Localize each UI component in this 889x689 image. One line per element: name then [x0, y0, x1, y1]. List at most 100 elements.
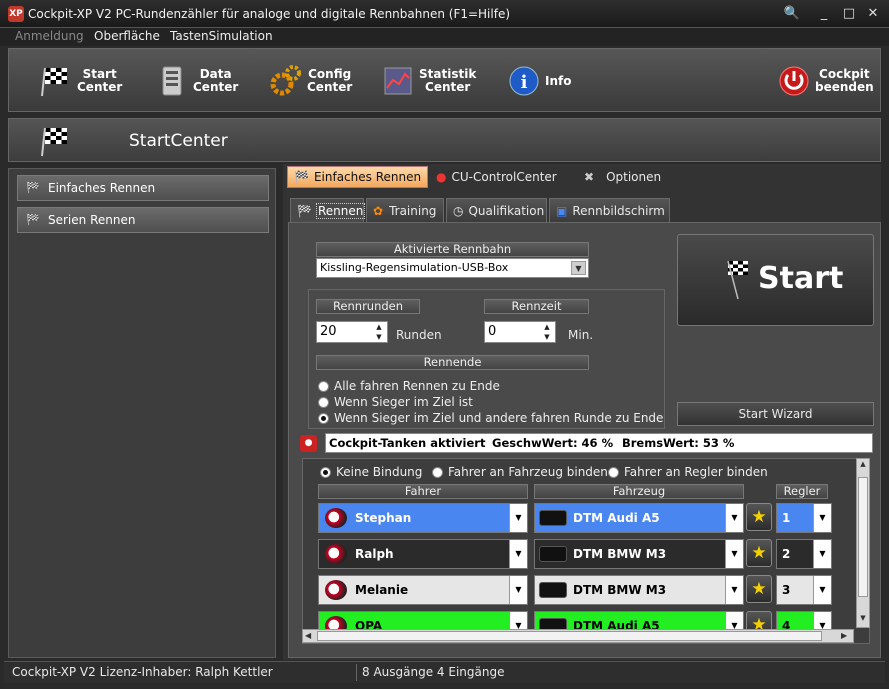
time-stepper[interactable]: 0 ▲ ▼	[484, 321, 556, 343]
chevron-down-icon[interactable]: ▼	[509, 540, 527, 568]
power-icon	[777, 64, 811, 98]
start-wizard-button[interactable]: Start Wizard	[677, 402, 874, 426]
binding-driver-car[interactable]: Fahrer an Fahrzeug binden	[432, 465, 608, 479]
star-icon[interactable]: ★	[746, 503, 772, 531]
chevron-down-icon[interactable]: ▼	[571, 261, 586, 275]
regler-value: 3	[782, 583, 791, 597]
chevron-down-icon[interactable]: ▼	[813, 576, 831, 604]
scroll-down-icon[interactable]: ▼	[858, 614, 868, 624]
driver-select[interactable]: Ralph ▼	[318, 539, 528, 569]
tank-status-bar: Cockpit-Tanken aktiviert GeschwWert: 46 …	[325, 433, 873, 453]
regler-select[interactable]: 3 ▼	[776, 575, 832, 605]
helmet-icon	[325, 508, 347, 528]
tab-training[interactable]: ✿ Training	[366, 198, 444, 222]
search-icon[interactable]: 🔍	[783, 5, 801, 23]
tab-label: Training	[389, 203, 437, 218]
tab-qualifikation[interactable]: ◷ Qualifikation	[446, 198, 547, 222]
tab-rennbildschirm[interactable]: ▣ Rennbildschirm	[549, 198, 670, 222]
car-name: DTM BMW M3	[573, 583, 667, 597]
chevron-down-icon[interactable]: ▼	[813, 504, 831, 532]
sidebar: 🏁 Einfaches Rennen 🏁 Serien Rennen	[8, 168, 276, 658]
chevron-down-icon[interactable]: ▼	[813, 540, 831, 568]
scroll-left-icon[interactable]: ◀	[305, 631, 311, 640]
race-end-option-3[interactable]: Wenn Sieger im Ziel und andere fahren Ru…	[318, 411, 663, 425]
config-center-button[interactable]: Config Center	[269, 57, 352, 105]
laps-stepper[interactable]: 20 ▲ ▼	[316, 321, 388, 343]
chevron-down-icon[interactable]: ▼	[509, 504, 527, 532]
spin-up-icon[interactable]: ▲	[373, 323, 385, 332]
track-select[interactable]: Kissling-Regensimulation-USB-Box ▼	[316, 258, 589, 278]
chevron-down-icon[interactable]: ▼	[725, 576, 743, 604]
driver-name: Ralph	[355, 547, 394, 561]
radio-button[interactable]	[432, 466, 443, 478]
horizontal-scrollbar[interactable]: ◀ ▶	[302, 629, 854, 643]
data-center-button[interactable]: Data Center	[155, 57, 238, 105]
radio-button[interactable]	[320, 466, 331, 478]
scroll-up-icon[interactable]: ▲	[858, 460, 868, 470]
scrollbar-thumb[interactable]	[317, 631, 822, 641]
tab-cu-controlcenter[interactable]: ● CU-ControlCenter	[430, 166, 563, 188]
radio-button[interactable]	[608, 466, 619, 478]
menu-oberflaeche[interactable]: Oberfläche	[94, 29, 160, 43]
spin-down-icon[interactable]: ▼	[373, 333, 385, 342]
menu-tastensimulation[interactable]: TastenSimulation	[170, 29, 273, 43]
chevron-down-icon[interactable]: ▼	[725, 540, 743, 568]
tab-label: Rennen	[315, 202, 366, 219]
star-icon[interactable]: ★	[746, 539, 772, 567]
tab-rennen[interactable]: 🏁 Rennen	[290, 198, 366, 222]
car-select[interactable]: DTM Audi A5 ▼	[534, 503, 744, 533]
data-center-label: Data Center	[193, 67, 239, 94]
statistik-center-button[interactable]: Statistik Center	[381, 57, 476, 105]
spin-up-icon[interactable]: ▲	[541, 323, 553, 332]
maximize-icon[interactable]: □	[840, 5, 858, 23]
status-bar: Cockpit-XP V2 Lizenz-Inhaber: Ralph Kett…	[4, 661, 885, 683]
minimize-icon[interactable]: _	[815, 5, 833, 23]
driver-select[interactable]: Melanie ▼	[318, 575, 528, 605]
radio-label: Keine Bindung	[336, 465, 423, 479]
radio-button[interactable]	[318, 396, 329, 408]
regler-select[interactable]: 2 ▼	[776, 539, 832, 569]
car-select[interactable]: DTM BMW M3 ▼	[534, 575, 744, 605]
section-header: StartCenter	[8, 118, 881, 162]
cockpit-beenden-button[interactable]: Cockpit beenden	[777, 57, 874, 105]
radio-label: Fahrer an Fahrzeug binden	[448, 465, 608, 479]
race-end-option-1[interactable]: Alle fahren Rennen zu Ende	[318, 379, 500, 393]
chevron-down-icon[interactable]: ▼	[509, 576, 527, 604]
tools-icon: ✖	[584, 170, 595, 184]
driver-select[interactable]: Stephan ▼	[318, 503, 528, 533]
driver-name: Melanie	[355, 583, 409, 597]
radio-button[interactable]	[318, 412, 329, 424]
car-name: DTM Audi A5	[573, 511, 660, 525]
time-unit: Min.	[568, 328, 594, 342]
scroll-right-icon[interactable]: ▶	[841, 631, 847, 640]
start-button[interactable]: Start	[677, 234, 874, 326]
start-center-button[interactable]: Start Center	[39, 57, 122, 105]
regler-select[interactable]: 1 ▼	[776, 503, 832, 533]
binding-none[interactable]: Keine Bindung	[320, 465, 422, 479]
spin-down-icon[interactable]: ▼	[541, 333, 553, 342]
car-icon	[539, 510, 567, 526]
tab-label: CU-ControlCenter	[451, 170, 557, 184]
scrollbar-thumb[interactable]	[858, 477, 868, 597]
menu-anmeldung[interactable]: Anmeldung	[15, 29, 84, 43]
driver-name: Stephan	[355, 511, 412, 525]
svg-text:i: i	[521, 72, 528, 93]
sidebar-item-serien-rennen[interactable]: 🏁 Serien Rennen	[17, 207, 269, 233]
tab-optionen[interactable]: ✖ Optionen	[578, 166, 667, 188]
binding-driver-regler[interactable]: Fahrer an Regler binden	[608, 465, 768, 479]
chevron-down-icon[interactable]: ▼	[725, 504, 743, 532]
car-select[interactable]: DTM BMW M3 ▼	[534, 539, 744, 569]
info-button[interactable]: i Info	[507, 57, 571, 105]
tab-einfaches-rennen[interactable]: 🏁 Einfaches Rennen	[287, 166, 429, 188]
menu-bar: Anmeldung Oberfläche TastenSimulation	[0, 28, 889, 46]
close-icon[interactable]: ✕	[864, 5, 882, 23]
race-end-option-2[interactable]: Wenn Sieger im Ziel ist	[318, 395, 473, 409]
checkered-flag-icon: 🏁	[26, 213, 40, 226]
server-icon	[155, 64, 189, 98]
vertical-scrollbar[interactable]: ▲ ▼	[856, 458, 870, 628]
radio-button[interactable]	[318, 380, 329, 392]
flame-icon: ✿	[373, 203, 384, 218]
star-icon[interactable]: ★	[746, 575, 772, 603]
sidebar-item-einfaches-rennen[interactable]: 🏁 Einfaches Rennen	[17, 175, 269, 201]
tab-label: Optionen	[606, 170, 662, 184]
